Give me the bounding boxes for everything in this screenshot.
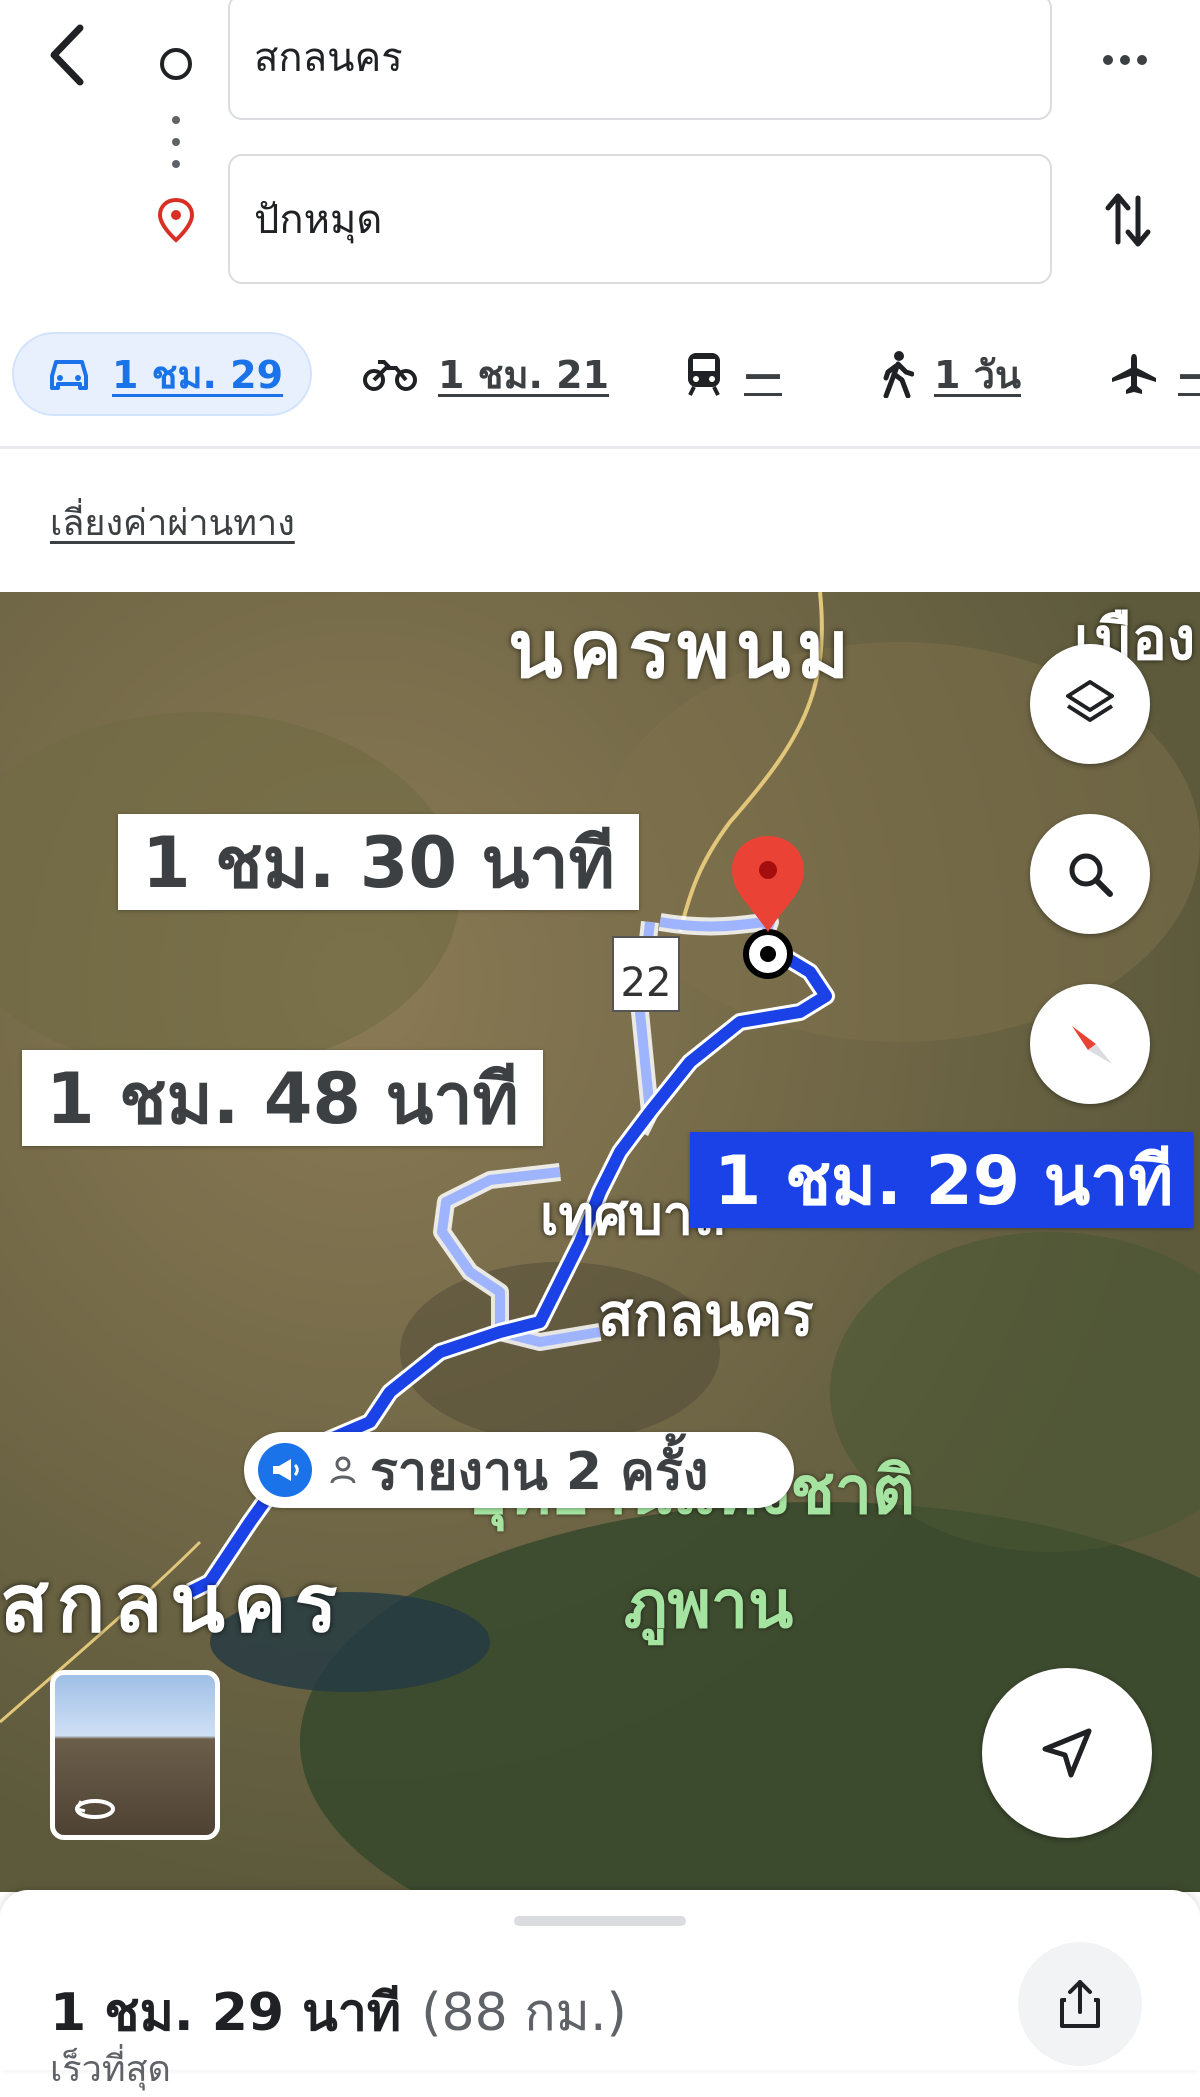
divider — [0, 446, 1200, 449]
route-duration: 1 ชม. 29 นาที — [50, 1983, 402, 2043]
street-view-thumbnail[interactable] — [50, 1670, 220, 1840]
layers-icon — [1066, 680, 1114, 722]
route-note: เร็วที่สุด — [50, 2049, 171, 2090]
back-button[interactable] — [40, 20, 100, 90]
mode-transit-tab[interactable]: — — [684, 332, 782, 416]
megaphone-icon — [258, 1443, 312, 1497]
mode-flight-duration: — — [1178, 352, 1200, 396]
reports-label: รายงาน 2 ครั้ง — [370, 1441, 709, 1502]
more-horizontal-icon — [1103, 55, 1147, 65]
alt-route-callout-2[interactable]: 1 ชม. 48 นาที — [22, 1050, 543, 1146]
reports-chip[interactable]: รายงาน 2 ครั้ง — [244, 1432, 794, 1508]
mode-motorbike-tab[interactable]: 1 ชม. 21 — [362, 332, 609, 416]
search-along-route-button[interactable] — [1030, 814, 1150, 934]
start-navigation-button[interactable] — [982, 1668, 1152, 1838]
map-label-nakhon-phanom: นครพนม — [508, 603, 856, 696]
compass-button[interactable] — [1030, 984, 1150, 1104]
destination-input[interactable]: ปักหมุด — [228, 154, 1052, 284]
mode-motorbike-duration: 1 ชม. 21 — [438, 352, 610, 397]
airplane-icon — [1112, 354, 1156, 394]
mode-walk-duration: 1 วัน — [934, 352, 1021, 397]
mode-transit-duration: — — [744, 352, 782, 396]
origin-icon — [158, 46, 194, 82]
share-icon — [1060, 1980, 1100, 2028]
swap-vertical-icon — [1105, 193, 1151, 247]
route-summary-sheet[interactable]: 1 ชม. 29 นาที (88 กม.) เร็วที่สุด — [0, 1890, 1200, 2090]
compass-icon — [1072, 1026, 1112, 1064]
swap-button[interactable] — [1100, 188, 1156, 252]
mode-walk-tab[interactable]: 1 วัน — [880, 332, 1021, 416]
route-distance: (88 กม.) — [421, 1983, 627, 2043]
mode-car-duration: 1 ชม. 29 — [112, 352, 284, 397]
alt-route-callout-1[interactable]: 1 ชม. 30 นาที — [118, 814, 639, 910]
map-label-phuphan: ภูพาน — [624, 1566, 794, 1643]
map-label-sakon: สกลนคร — [598, 1281, 814, 1349]
rotate-360-icon — [74, 1799, 115, 1819]
person-icon — [330, 1456, 356, 1484]
avoid-tolls-link[interactable]: เลี่ยงค่าผ่านทาง — [50, 494, 295, 551]
more-options-button[interactable] — [1100, 40, 1150, 80]
car-icon — [50, 360, 88, 390]
main-route-callout[interactable]: 1 ชม. 29 นาที — [690, 1132, 1194, 1228]
chevron-left-icon — [50, 24, 84, 86]
map-label-sakon-city: สกลนคร — [0, 1557, 346, 1650]
motorbike-icon — [363, 360, 417, 391]
sheet-drag-handle[interactable] — [514, 1916, 686, 1926]
travel-mode-bar: 1 ชม. 29 1 ชม. 21 — 1 วัน — — [0, 332, 1200, 432]
search-icon — [1069, 853, 1113, 897]
mode-car-tab[interactable]: 1 ชม. 29 — [12, 332, 312, 416]
share-button[interactable] — [1018, 1942, 1142, 2066]
origin-input[interactable]: สกลนคร — [228, 0, 1052, 120]
layers-button[interactable] — [1030, 644, 1150, 764]
walking-icon — [883, 351, 914, 398]
mode-flight-tab[interactable]: — — [1110, 332, 1200, 416]
navigation-arrow-icon — [1042, 1728, 1092, 1778]
destination-pin-icon — [156, 196, 196, 244]
map-view[interactable]: นครพนม เมือง เทศบาล สกลนคร อุทยานแห่งชาต… — [0, 592, 1200, 1892]
route-dots-icon — [166, 112, 186, 172]
train-icon — [688, 353, 720, 396]
road-shield: 22 — [612, 936, 680, 1012]
